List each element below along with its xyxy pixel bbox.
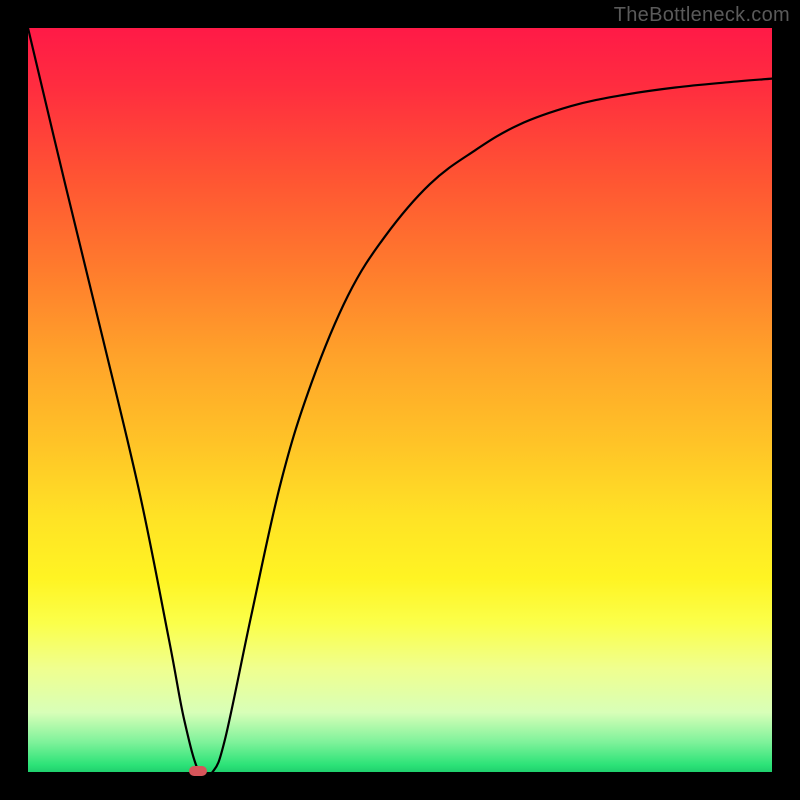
plot-area bbox=[28, 28, 772, 772]
watermark-text: TheBottleneck.com bbox=[614, 4, 790, 27]
bottleneck-curve bbox=[28, 28, 772, 772]
chart-container: TheBottleneck.com bbox=[0, 0, 800, 800]
optimum-marker bbox=[189, 766, 207, 776]
